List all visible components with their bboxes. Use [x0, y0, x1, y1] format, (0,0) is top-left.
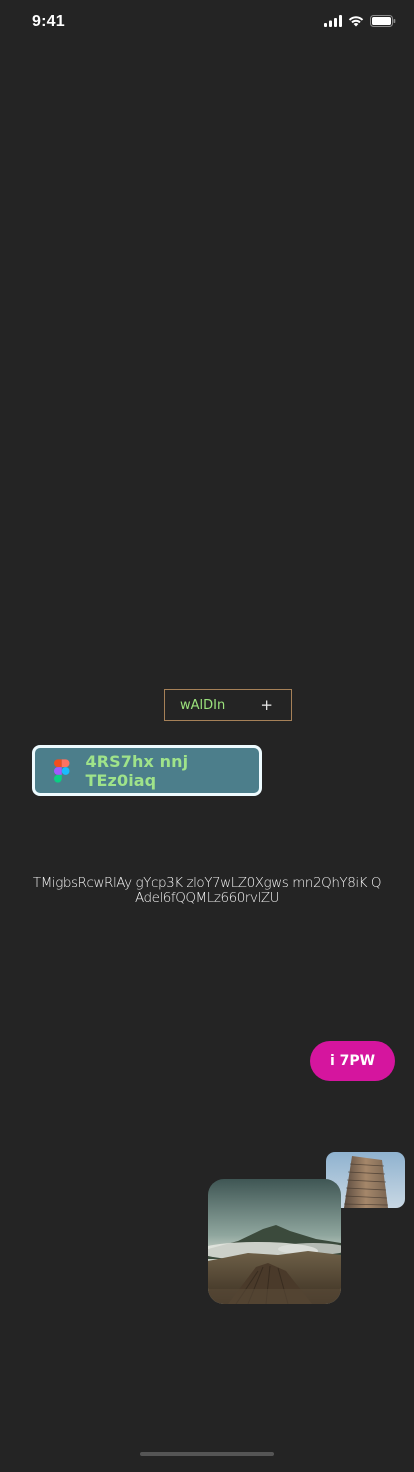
plus-icon: +	[260, 696, 273, 714]
pill-button[interactable]: i 7PW	[310, 1041, 395, 1081]
figma-button-label: 4RS7hx nnj TEz0iaq	[85, 751, 189, 790]
chip-label: wAlDIn	[180, 697, 226, 713]
add-chip-button[interactable]: wAlDIn +	[164, 689, 292, 721]
status-time: 9:41	[32, 13, 65, 30]
status-bar: 9:41	[0, 0, 414, 44]
figma-action-button[interactable]: 4RS7hx nnj TEz0iaq	[32, 745, 262, 796]
wifi-icon	[348, 16, 364, 27]
status-icons	[324, 15, 396, 27]
figma-logo-icon	[54, 758, 70, 783]
home-indicator[interactable]	[140, 1452, 274, 1456]
battery-icon	[370, 15, 396, 27]
body-text: TMigbsRcwRlAy gYcp3K zloY7wLZ0Xgws mn2Qh…	[32, 875, 382, 906]
signal-icon	[324, 15, 342, 27]
volcano-landscape-photo	[208, 1179, 341, 1304]
